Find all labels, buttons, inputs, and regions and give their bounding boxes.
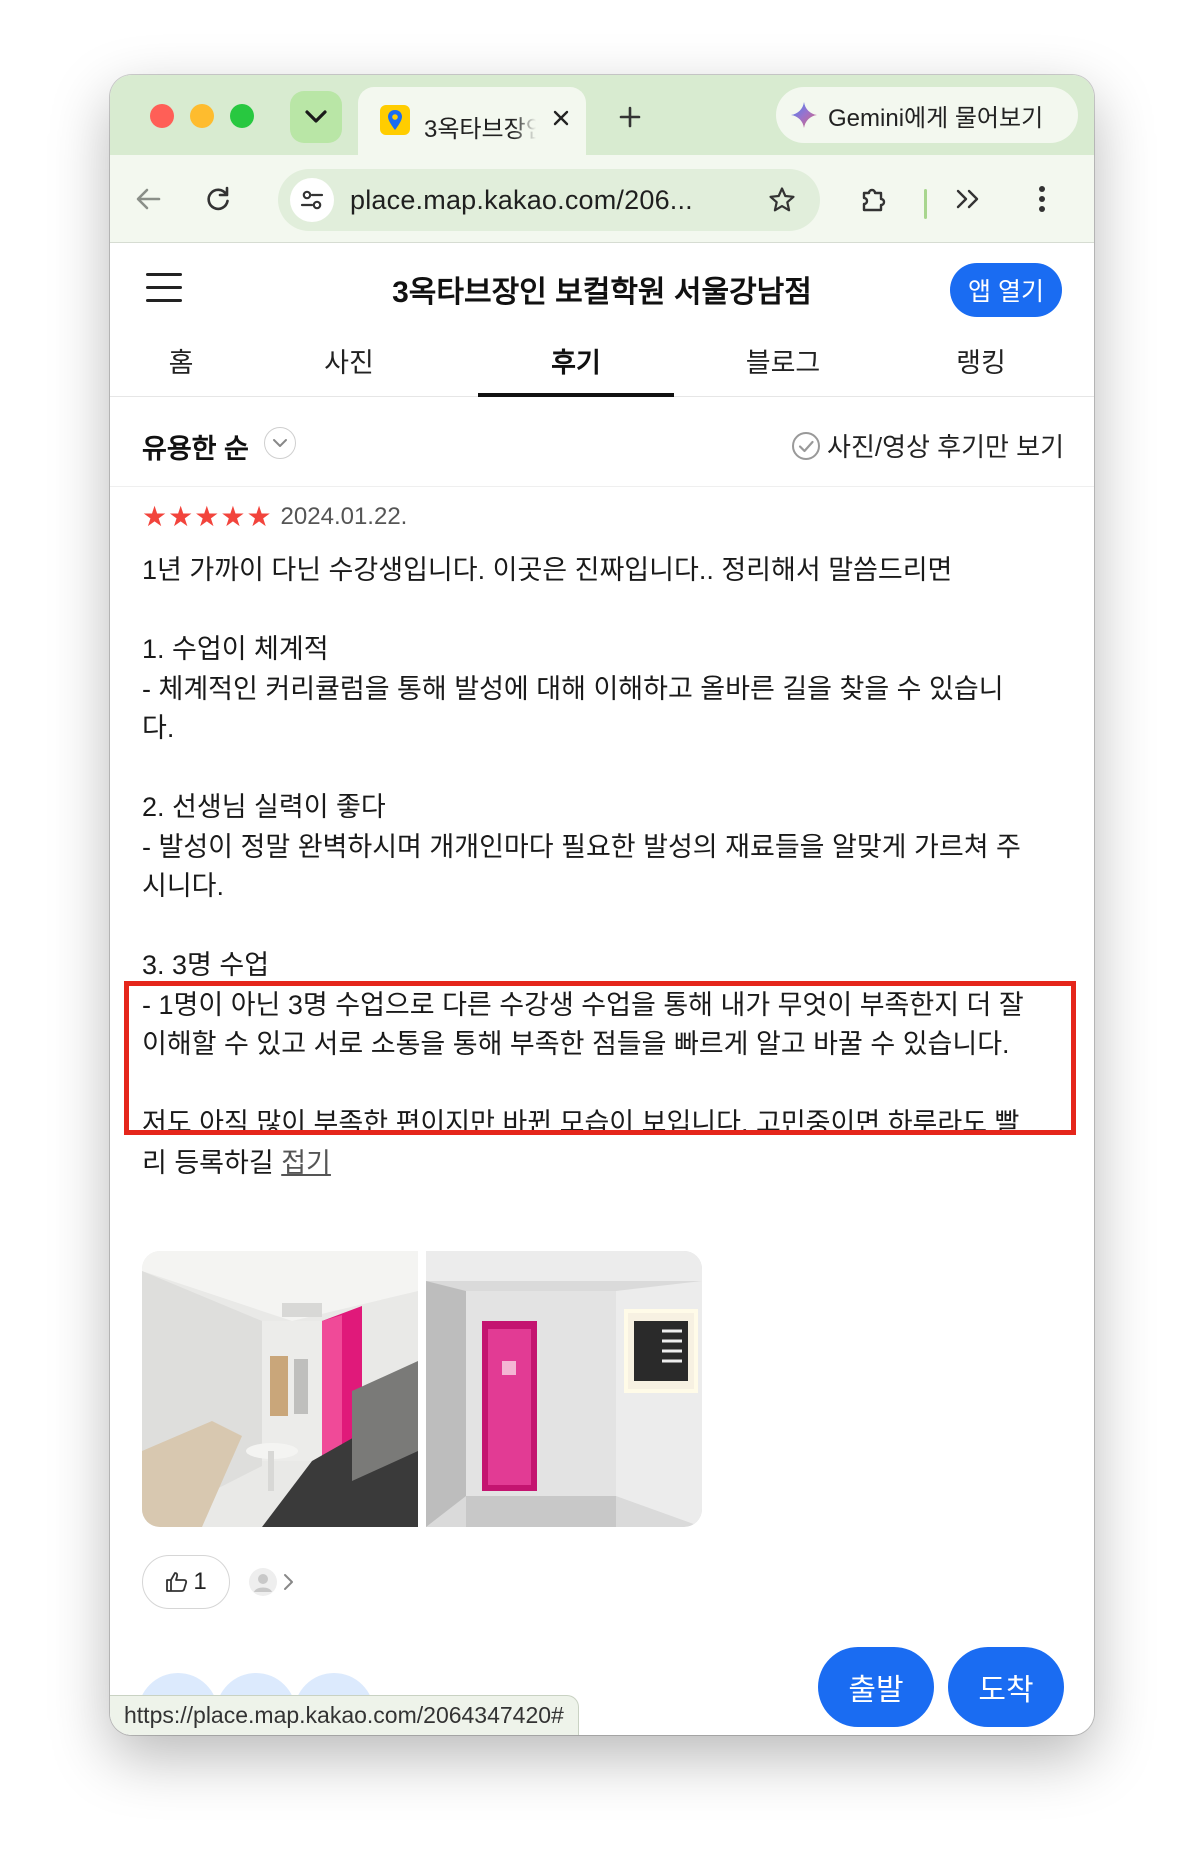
review-line: 시니다. bbox=[142, 871, 225, 901]
url-text: place.map.kakao.com/206... bbox=[350, 185, 693, 215]
review-paragraph: 1년 가까이 다닌 수강생입니다. 이곳은 진짜입니다.. 정리해서 말씀드리면 bbox=[142, 551, 1072, 591]
tune-icon bbox=[300, 190, 324, 210]
tab-home[interactable]: 홈 bbox=[122, 323, 240, 397]
kakao-map-pin-icon bbox=[380, 105, 410, 135]
review-line: 리 등록하길 접기 bbox=[142, 1147, 331, 1178]
review-sort-bar: 유용한 순 사진/영상 후기만 보기 bbox=[110, 397, 1094, 487]
star-icon: ★ bbox=[220, 501, 246, 532]
close-icon bbox=[553, 110, 569, 126]
address-bar[interactable]: place.map.kakao.com/206... bbox=[278, 169, 820, 231]
depart-button[interactable]: 출발 bbox=[818, 1647, 934, 1727]
star-icon: ★ bbox=[142, 501, 168, 532]
reactor-list[interactable] bbox=[248, 1567, 296, 1597]
check-circle-icon bbox=[792, 431, 821, 460]
review-photo[interactable] bbox=[426, 1251, 702, 1527]
app-open-button[interactable]: 앱 열기 bbox=[950, 263, 1062, 317]
thumbs-up-icon bbox=[166, 1572, 188, 1592]
review-paragraph: 2. 선생님 실력이 좋다 - 발성이 정말 완벽하시며 개개인마다 필요한 발성… bbox=[142, 788, 1072, 907]
arrive-button[interactable]: 도착 bbox=[948, 1647, 1064, 1727]
tab-strip: 3옥타브장인 보컬학원 서울강남점 Gemini에게 물어보기 bbox=[110, 75, 1094, 155]
photo-review-filter[interactable]: 사진/영상 후기만 보기 bbox=[791, 427, 1064, 464]
sort-dropdown-button[interactable] bbox=[264, 427, 296, 459]
tab-title: 3옥타브장인 보컬학원 서울강남점 bbox=[424, 116, 536, 143]
back-button[interactable] bbox=[126, 177, 170, 221]
minimize-window-button[interactable] bbox=[190, 104, 214, 128]
review-paragraph: 1. 수업이 체계적 - 체계적인 커리큘럼을 통해 발성에 대해 이해하고 올바… bbox=[142, 630, 1072, 749]
overflow-extensions-button[interactable] bbox=[946, 177, 990, 221]
close-window-button[interactable] bbox=[150, 104, 174, 128]
puzzle-icon bbox=[862, 188, 886, 212]
browser-window: 3옥타브장인 보컬학원 서울강남점 Gemini에게 물어보기 bbox=[110, 75, 1094, 1735]
avatar-icon bbox=[249, 1568, 277, 1596]
fold-link[interactable]: 접기 bbox=[281, 1148, 331, 1178]
star-rating: ★ ★ ★ ★ ★ bbox=[142, 503, 273, 531]
star-icon: ★ bbox=[194, 501, 220, 532]
gemini-button[interactable]: Gemini에게 물어보기 bbox=[776, 87, 1078, 143]
plus-icon bbox=[619, 106, 641, 128]
tab-ranking[interactable]: 랭킹 bbox=[906, 323, 1056, 397]
review-line: 1. 수업이 체계적 bbox=[142, 634, 329, 664]
reload-icon bbox=[207, 186, 229, 211]
review-photo[interactable] bbox=[142, 1251, 418, 1527]
like-button[interactable]: 1 bbox=[142, 1555, 230, 1609]
place-tabs: 홈 사진 후기 블로그 랭킹 bbox=[110, 323, 1094, 397]
reload-button[interactable] bbox=[196, 177, 240, 221]
gemini-label: Gemini에게 물어보기 bbox=[828, 104, 1044, 132]
bookmark-button[interactable] bbox=[762, 180, 802, 220]
site-info-button[interactable] bbox=[290, 178, 334, 222]
zoom-window-button[interactable] bbox=[230, 104, 254, 128]
place-header: 3옥타브장인 보컬학원 서울강남점 앱 열기 bbox=[110, 243, 1094, 323]
link-status-bubble: https://place.map.kakao.com/2064347420# bbox=[110, 1695, 579, 1735]
chevron-down-icon bbox=[273, 439, 287, 447]
sort-dropdown-label[interactable]: 유용한 순 bbox=[142, 427, 249, 466]
tab-close-button[interactable] bbox=[546, 103, 576, 133]
web-page: 3옥타브장인 보컬학원 서울강남점 앱 열기 홈 사진 후기 블로그 랭킹 유용… bbox=[110, 243, 1094, 1735]
kebab-icon bbox=[1039, 186, 1045, 212]
tab-search-button[interactable] bbox=[290, 91, 342, 143]
review-line: 1년 가까이 다닌 수강생입니다. 이곳은 진짜입니다.. 정리해서 말씀드리면 bbox=[142, 555, 953, 585]
tab-blog[interactable]: 블로그 bbox=[708, 323, 858, 397]
review-rating: ★ ★ ★ ★ ★ 2024.01.22. bbox=[142, 503, 407, 531]
double-chevron-right-icon bbox=[956, 189, 979, 209]
star-outline-icon bbox=[769, 187, 795, 212]
gemini-sparkle-icon bbox=[791, 102, 817, 128]
tab-photos[interactable]: 사진 bbox=[290, 323, 408, 397]
review-date: 2024.01.22. bbox=[280, 503, 408, 530]
star-icon: ★ bbox=[168, 501, 194, 532]
toolbar-divider bbox=[924, 189, 927, 219]
arrow-left-icon bbox=[136, 188, 161, 210]
new-tab-button[interactable] bbox=[614, 101, 646, 133]
review-line: - 발성이 정말 완벽하시며 개개인마다 필요한 발성의 재료들을 알맞게 가르… bbox=[142, 831, 1021, 862]
extensions-button[interactable] bbox=[852, 177, 896, 221]
review-line: 다. bbox=[142, 713, 175, 743]
browser-tab[interactable]: 3옥타브장인 보컬학원 서울강남점 bbox=[358, 87, 586, 155]
review-photos bbox=[142, 1251, 702, 1527]
photo-filter-label: 사진/영상 후기만 보기 bbox=[827, 432, 1064, 462]
chevron-right-icon bbox=[284, 1574, 293, 1590]
highlight-box bbox=[124, 981, 1076, 1135]
review-line: 2. 선생님 실력이 좋다 bbox=[142, 792, 386, 822]
like-count: 1 bbox=[193, 1568, 207, 1595]
star-icon: ★ bbox=[246, 501, 272, 532]
review-line: - 체계적인 커리큘럼을 통해 발성에 대해 이해하고 올바른 길을 찾을 수 … bbox=[142, 673, 1004, 704]
chevron-down-icon bbox=[305, 110, 327, 123]
tab-reviews[interactable]: 후기 bbox=[478, 323, 674, 397]
page-title: 3옥타브장인 보컬학원 서울강남점 bbox=[392, 276, 812, 309]
review-line: 3. 3명 수업 bbox=[142, 950, 270, 980]
browser-menu-button[interactable] bbox=[1020, 177, 1064, 221]
browser-toolbar: place.map.kakao.com/206... bbox=[110, 155, 1094, 243]
